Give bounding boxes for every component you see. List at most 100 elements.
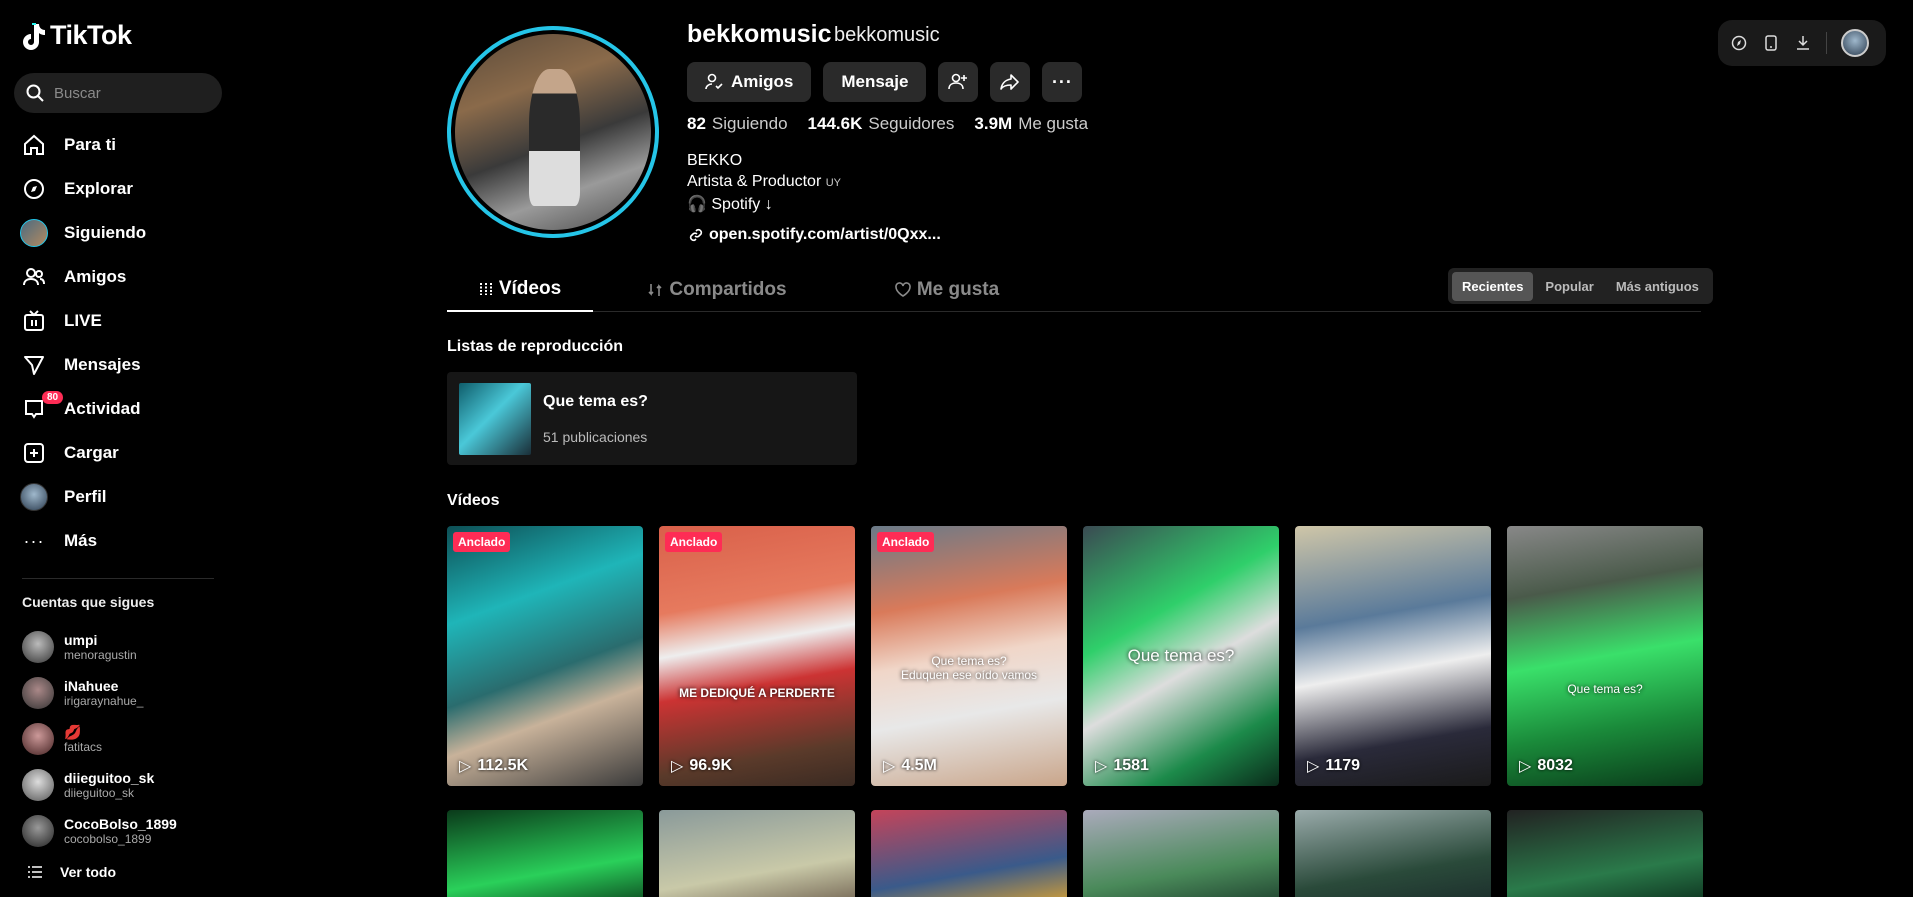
- see-all-label: Ver todo: [60, 864, 117, 880]
- playlist-card[interactable]: Que tema es? 51 publicaciones: [447, 372, 857, 465]
- video-caption: Que tema es? Eduquen ese oído vamos: [900, 654, 1038, 682]
- search-input[interactable]: [54, 84, 204, 102]
- search-box[interactable]: [14, 73, 222, 113]
- video-card[interactable]: Anclado ME DEDIQUÉ A PERDERTE ▷ 96.9K: [659, 526, 855, 786]
- nav-item-for-you[interactable]: Para ti: [14, 123, 224, 167]
- view-count: 1179: [1325, 757, 1361, 774]
- video-card[interactable]: Que tema es? ▷ 1581: [1083, 526, 1279, 786]
- account-name: iNahuee: [64, 678, 119, 694]
- stat-likes: 3.9M Me gusta: [974, 114, 1088, 134]
- video-card[interactable]: Anclado ▷ 112.5K: [447, 526, 643, 786]
- nav-item-explore[interactable]: Explorar: [14, 167, 224, 211]
- video-card[interactable]: [1507, 810, 1703, 897]
- video-card[interactable]: ▷ 1179: [1295, 526, 1491, 786]
- top-toolbar: [1718, 20, 1886, 66]
- video-caption: ME DEDIQUÉ A PERDERTE: [679, 686, 835, 700]
- tab-reposts[interactable]: Compartidos: [607, 268, 827, 312]
- profile-avatar-large: [447, 26, 659, 238]
- profile-link-text: open.spotify.com/artist/0Qxx...: [709, 226, 941, 243]
- view-count: 4.5M: [901, 757, 937, 774]
- tab-liked[interactable]: Me gusta: [827, 268, 1067, 312]
- nav-item-upload[interactable]: Cargar: [14, 431, 224, 475]
- following-title: Cuentas que sigues: [22, 594, 155, 610]
- coins-icon[interactable]: [1730, 34, 1748, 52]
- sort-selector: Recientes Popular Más antiguos: [1448, 268, 1713, 304]
- following-account[interactable]: iNahuee irigaraynahue_: [22, 670, 222, 716]
- video-card[interactable]: [1295, 810, 1491, 897]
- video-card[interactable]: [1083, 810, 1279, 897]
- following-account[interactable]: diieguitoo_sk diieguitoo_sk: [22, 762, 222, 808]
- play-icon: ▷: [1095, 758, 1108, 775]
- activity-badge: 80: [42, 391, 64, 404]
- video-card[interactable]: Que tema es? ▷ 8032: [1507, 526, 1703, 786]
- following-account[interactable]: 💋 fatitacs: [22, 716, 222, 762]
- download-icon[interactable]: [1794, 34, 1812, 52]
- link-icon: [689, 228, 703, 242]
- friends-button-label: Amigos: [731, 72, 794, 91]
- following-account[interactable]: umpi menoragustin: [22, 624, 222, 670]
- tiktok-logo[interactable]: TikTok: [20, 20, 132, 51]
- compass-icon: [20, 175, 48, 203]
- message-button[interactable]: Mensaje: [823, 62, 927, 102]
- followers-label: Seguidores: [868, 114, 955, 133]
- video-card[interactable]: [659, 810, 855, 897]
- avatar: [22, 677, 54, 709]
- tab-label: Compartidos: [669, 279, 787, 300]
- nav-label: LIVE: [64, 311, 102, 330]
- avatar: [22, 723, 54, 755]
- grid-bars-icon: [479, 283, 492, 295]
- plus-square-icon: [20, 439, 48, 467]
- video-card[interactable]: [871, 810, 1067, 897]
- avatar: [22, 815, 54, 847]
- nav-item-activity[interactable]: 80 Actividad: [14, 387, 224, 431]
- video-views: ▷ 1179: [1307, 756, 1360, 776]
- nav-label: Para ti: [64, 135, 116, 154]
- pinned-badge: Anclado: [665, 532, 723, 552]
- followers-count: 144.6K: [807, 114, 863, 133]
- nav-item-friends[interactable]: Amigos: [14, 255, 224, 299]
- account-name: diieguitoo_sk: [64, 770, 155, 786]
- following-count: 82: [687, 114, 706, 133]
- tiktok-note-icon: [23, 22, 45, 50]
- nav-item-profile[interactable]: Perfil: [14, 475, 224, 519]
- account-handle: fatitacs: [64, 740, 103, 754]
- nav-label: Amigos: [64, 267, 127, 286]
- profile-link[interactable]: open.spotify.com/artist/0Qxx...: [689, 226, 941, 244]
- main-nav: Para ti Explorar Siguiendo Amigos LIVE M…: [14, 123, 224, 563]
- profile-nickname: bekkomusic: [834, 24, 940, 46]
- stat-following[interactable]: 82 Siguiendo: [687, 114, 788, 134]
- phone-icon[interactable]: [1762, 34, 1780, 52]
- bio-country: UY: [825, 177, 842, 189]
- tab-label: Me gusta: [916, 279, 1000, 300]
- sort-oldest[interactable]: Más antiguos: [1606, 272, 1709, 301]
- user-avatar[interactable]: [1841, 29, 1869, 57]
- live-icon: [20, 307, 48, 335]
- videos-title: Vídeos: [447, 492, 500, 509]
- view-count: 8032: [1537, 757, 1573, 774]
- video-card[interactable]: [447, 810, 643, 897]
- nav-label: Siguiendo: [64, 223, 147, 242]
- nav-item-following[interactable]: Siguiendo: [14, 211, 224, 255]
- more-options-button[interactable]: ···: [1042, 62, 1083, 102]
- playlist-title: Que tema es?: [543, 392, 648, 410]
- add-friend-button[interactable]: [938, 62, 979, 102]
- friends-button[interactable]: Amigos: [687, 62, 812, 102]
- likes-label: Me gusta: [1018, 114, 1089, 133]
- stat-followers[interactable]: 144.6K Seguidores: [808, 114, 955, 134]
- video-card[interactable]: Anclado Que tema es? Eduquen ese oído va…: [871, 526, 1067, 786]
- nav-item-messages[interactable]: Mensajes: [14, 343, 224, 387]
- following-account[interactable]: CocoBolso_1899 cocobolso_1899: [22, 808, 222, 854]
- tab-videos[interactable]: Vídeos: [447, 268, 593, 312]
- nav-item-live[interactable]: LIVE: [14, 299, 224, 343]
- account-name: 💋: [64, 724, 82, 740]
- play-icon: ▷: [1519, 758, 1532, 775]
- see-all-link[interactable]: Ver todo: [28, 864, 116, 880]
- likes-count: 3.9M: [974, 114, 1013, 133]
- sort-popular[interactable]: Popular: [1535, 272, 1603, 301]
- pinned-badge: Anclado: [877, 532, 935, 552]
- nav-item-more[interactable]: ··· Más: [14, 519, 224, 563]
- sort-recent[interactable]: Recientes: [1452, 271, 1534, 301]
- playlist-count: 51 publicaciones: [543, 428, 648, 445]
- view-count: 96.9K: [689, 757, 733, 774]
- share-button[interactable]: [990, 62, 1031, 102]
